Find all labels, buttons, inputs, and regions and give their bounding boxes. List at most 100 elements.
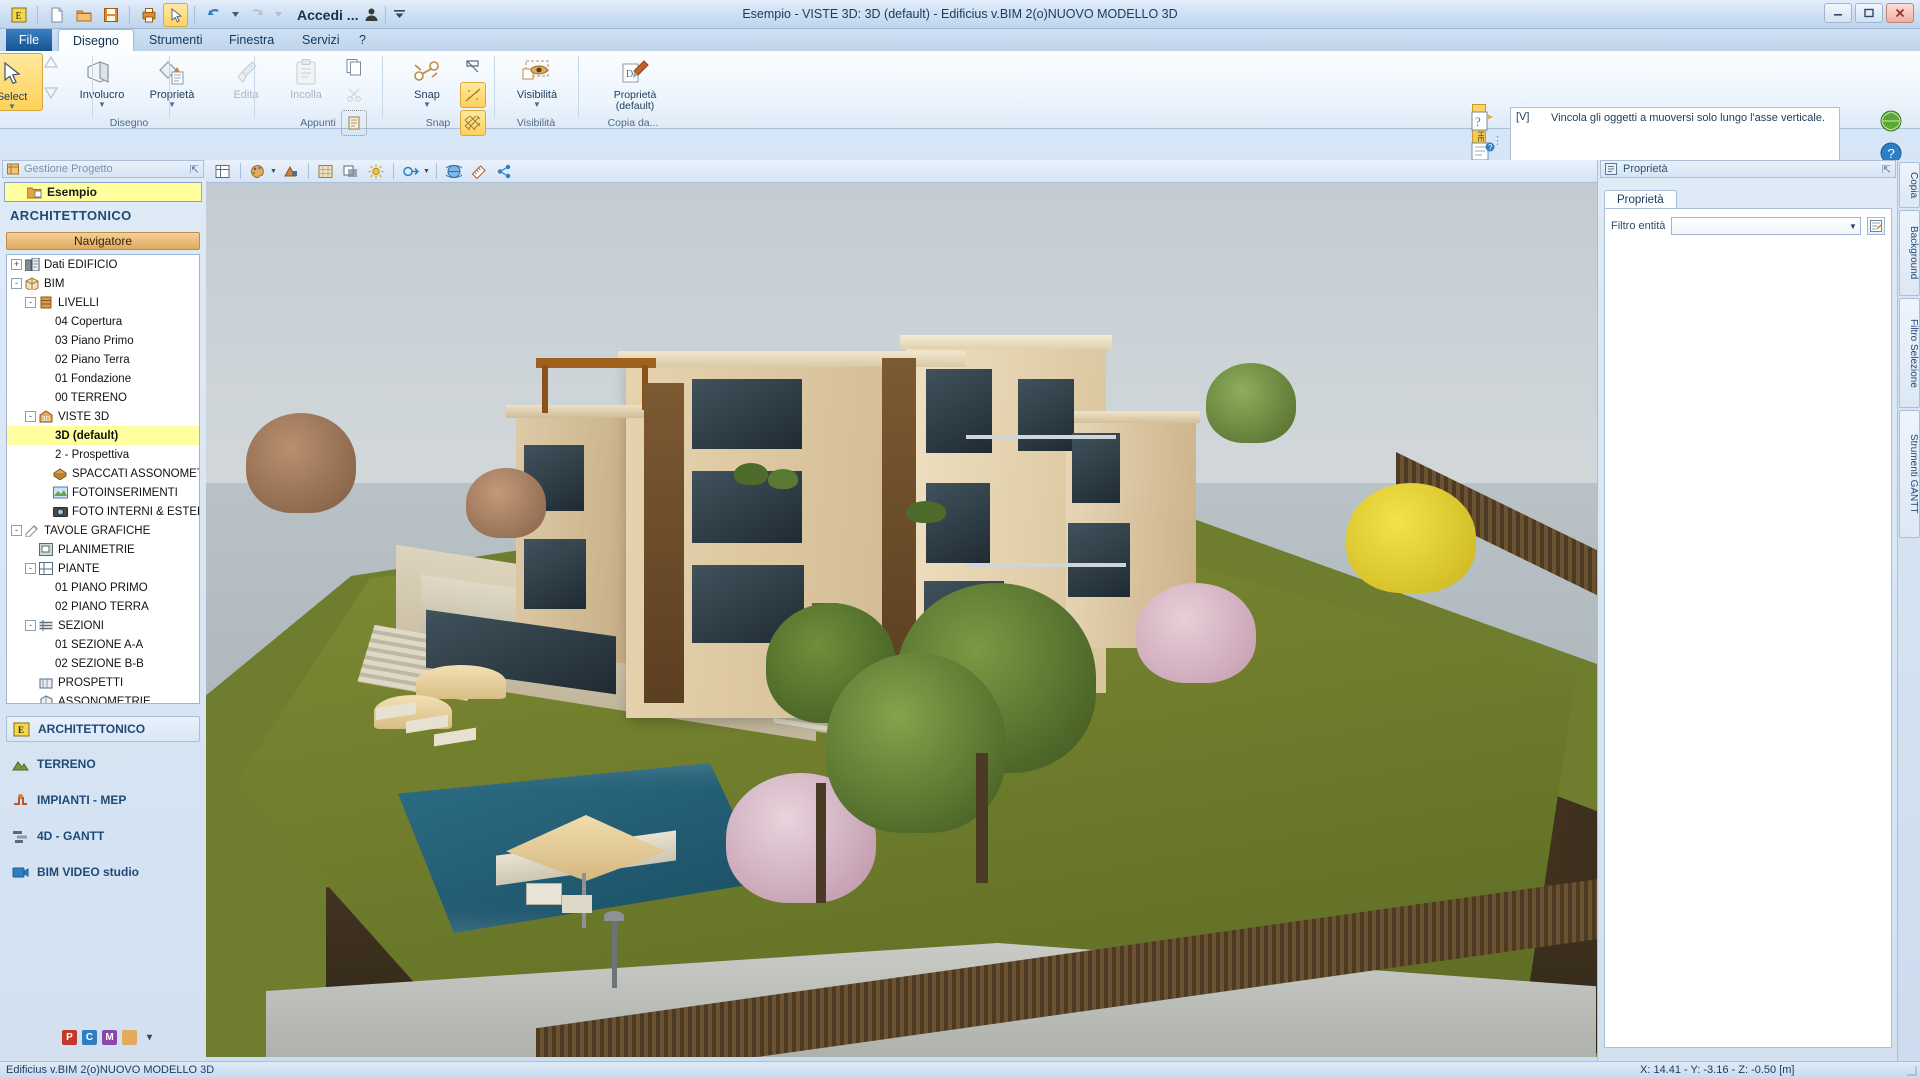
vtab-background[interactable]: Background (1899, 210, 1920, 296)
color-palette-caret-icon[interactable]: ▼ (270, 168, 277, 175)
menu-tab-help[interactable]: ? (345, 29, 380, 51)
tree-collapse-icon[interactable]: - (11, 278, 22, 289)
globe-view-icon[interactable] (443, 161, 465, 181)
snap-ortho-flag-icon[interactable] (460, 54, 486, 80)
tree-collapse-icon[interactable]: - (25, 620, 36, 631)
proprieta-button[interactable]: Proprietà ▼ (141, 51, 203, 109)
mini-button-c[interactable]: C (82, 1030, 97, 1045)
select-cursor-icon[interactable] (163, 2, 188, 27)
color-palette-icon[interactable] (247, 161, 269, 181)
spinner-up-icon[interactable] (43, 55, 59, 72)
qat-overflow-chevron-down-icon[interactable] (392, 5, 406, 25)
help-question-icon[interactable]: ? (1464, 106, 1502, 136)
filter-edit-icon[interactable] (1867, 217, 1885, 235)
visibilita-button[interactable]: Visibilità ▼ (497, 51, 577, 109)
entity-filter-chevron-down-icon[interactable]: ▼ (1846, 222, 1860, 231)
share-node-icon[interactable] (493, 161, 515, 181)
proprieta-default-button[interactable]: D Proprietà (default) (585, 51, 685, 113)
tree-item-3d-default[interactable]: 3D (default) (7, 426, 199, 445)
resize-grip-icon[interactable] (1906, 1065, 1917, 1078)
render-style-icon[interactable] (280, 161, 302, 181)
snap-button[interactable]: Snap ▼ (396, 51, 458, 109)
tree-collapse-icon[interactable]: - (25, 297, 36, 308)
undo-icon[interactable] (201, 3, 226, 27)
tree-item-04-copertura[interactable]: 04 Copertura (7, 312, 199, 331)
tree-item-planimetrie[interactable]: PLANIMETRIE (7, 540, 199, 559)
sun-light-icon[interactable] (365, 161, 387, 181)
redo-caret-icon[interactable] (271, 5, 285, 25)
account-button[interactable]: Accedi ... (297, 7, 379, 23)
tree-collapse-icon[interactable]: - (11, 525, 22, 536)
tree-expand-icon[interactable]: + (11, 259, 22, 270)
ribbon-overflow-dots-icon[interactable]: ⋮ (1492, 134, 1503, 147)
tree-item-03-piano-primo[interactable]: 03 Piano Primo (7, 331, 199, 350)
tree-item-viste-3d[interactable]: -3D VISTE 3D (7, 407, 199, 426)
vtab-strumenti-gantt[interactable]: Strumenti GANTT (1899, 410, 1920, 538)
snap-grid-diagonal-icon[interactable] (460, 82, 486, 108)
undo-caret-icon[interactable] (228, 5, 242, 25)
tree-item-01-fondazione[interactable]: 01 Fondazione (7, 369, 199, 388)
tree-item-dati-edificio[interactable]: + Dati EDIFICIO (7, 255, 199, 274)
module-4d-gantt[interactable]: 4D - GANTT (6, 822, 200, 850)
tree-item-assonometrie[interactable]: ASSONOMETRIE (7, 692, 199, 703)
vtab-filtro-selezione[interactable]: Filtro Selezione (1899, 298, 1920, 408)
module-terreno[interactable]: TERRENO (6, 750, 200, 778)
mini-button-folder[interactable] (122, 1030, 137, 1045)
minimize-button[interactable] (1824, 3, 1852, 23)
measure-tool-icon[interactable] (468, 161, 490, 181)
menu-tab-finestra[interactable]: Finestra (215, 29, 288, 51)
open-folder-icon[interactable] (71, 3, 96, 27)
menu-tab-disegno[interactable]: Disegno (58, 29, 134, 51)
tree-item-2-prospettiva[interactable]: 2 - Prospettiva (7, 445, 199, 464)
tree-item-bim[interactable]: - BIM (7, 274, 199, 293)
tree-item-02-sezione-b-b[interactable]: 02 SEZIONE B-B (7, 654, 199, 673)
edificius-logo-icon[interactable]: E (6, 3, 31, 27)
module-bim-video-studio[interactable]: BIM VIDEO studio (6, 858, 200, 886)
tree-collapse-icon[interactable]: - (25, 411, 36, 422)
visibilita-caret-icon[interactable]: ▼ (533, 101, 541, 109)
module-architettonico[interactable]: E ARCHITETTONICO (6, 716, 200, 742)
select-button[interactable]: Select ▼ (0, 53, 43, 111)
print-icon[interactable] (136, 3, 161, 27)
module-impianti-mep[interactable]: IMPIANTI - MEP (6, 786, 200, 814)
layers-panel-icon[interactable] (212, 161, 234, 181)
tree-item-sezioni[interactable]: - SEZIONI (7, 616, 199, 635)
tree-item-02-piano-terra[interactable]: 02 PIANO TERRA (7, 597, 199, 616)
green-help-globe-icon[interactable] (1880, 110, 1902, 135)
tree-item-tavole-grafiche[interactable]: - TAVOLE GRAFICHE (7, 521, 199, 540)
tree-item-foto-interni-esterni[interactable]: FOTO INTERNI & ESTERNI (7, 502, 199, 521)
menu-tab-servizi[interactable]: Servizi (288, 29, 354, 51)
pin-icon[interactable]: ⇱ (190, 163, 199, 176)
shadow-toggle-icon[interactable] (340, 161, 362, 181)
tree-item-piante[interactable]: - PIANTE (7, 559, 199, 578)
tree-item-livelli[interactable]: - LIVELLI (7, 293, 199, 312)
mini-button-caret-icon[interactable]: ▾ (142, 1030, 157, 1045)
tree-item-spaccati-assonometrici[interactable]: SPACCATI ASSONOMETRICI (7, 464, 199, 483)
involucro-button[interactable]: Involucro ▼ (71, 51, 133, 109)
involucro-caret-icon[interactable]: ▼ (98, 101, 106, 109)
camera-walk-caret-icon[interactable]: ▼ (423, 168, 430, 175)
vtab-copia[interactable]: Copia (1899, 162, 1920, 208)
tree-item-01-piano-primo[interactable]: 01 PIANO PRIMO (7, 578, 199, 597)
menu-tab-strumenti[interactable]: Strumenti (135, 29, 217, 51)
maximize-button[interactable] (1855, 3, 1883, 23)
texture-toggle-icon[interactable] (315, 161, 337, 181)
mini-button-p[interactable]: P (62, 1030, 77, 1045)
tree-item-02-piano-terra[interactable]: 02 Piano Terra (7, 350, 199, 369)
project-tree[interactable]: + Dati EDIFICIO - BIM - LIVELLI 04 Copertura 03… (6, 254, 200, 704)
tab-proprieta[interactable]: Proprietà (1604, 190, 1677, 209)
select-caret-icon[interactable]: ▼ (8, 103, 16, 111)
snap-caret-icon[interactable]: ▼ (423, 101, 431, 109)
properties-pin-icon[interactable]: ⇱ (1882, 163, 1891, 176)
tree-item-00-terreno[interactable]: 00 TERRENO (7, 388, 199, 407)
mini-button-m[interactable]: M (102, 1030, 117, 1045)
new-document-icon[interactable] (44, 3, 69, 27)
camera-walk-icon[interactable] (400, 161, 422, 181)
entity-filter-combo[interactable]: ▼ (1671, 217, 1861, 235)
tree-item-prospetti[interactable]: PROSPETTI (7, 673, 199, 692)
project-name-row[interactable]: Esempio (4, 182, 202, 202)
spinner-down-icon[interactable] (43, 86, 59, 103)
close-button[interactable] (1886, 3, 1914, 23)
3d-model-viewport[interactable] (206, 183, 1597, 1057)
redo-icon[interactable] (244, 3, 269, 27)
